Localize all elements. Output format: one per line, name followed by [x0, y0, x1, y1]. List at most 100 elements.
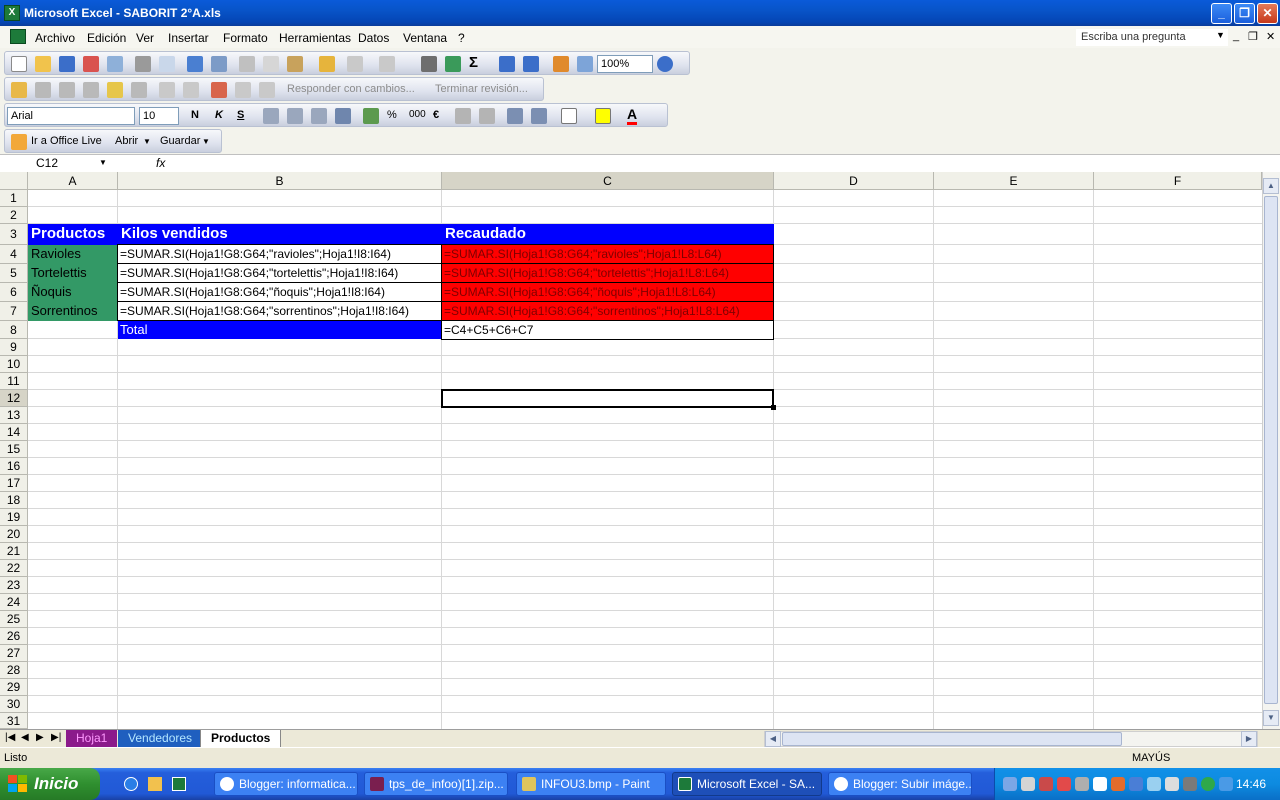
volume-icon[interactable]	[1111, 777, 1125, 791]
cell-b4[interactable]: =SUMAR.SI(Hoja1!G8:G64;"ravioles";Hoja1!…	[117, 244, 442, 264]
excel-app-icon[interactable]: X	[4, 5, 20, 21]
row-header[interactable]: 24	[0, 594, 28, 611]
review-icon-7[interactable]	[235, 82, 251, 98]
prev-sheet-icon[interactable]: ◀	[21, 732, 29, 743]
open-menu-button[interactable]: Abrir	[115, 135, 138, 147]
row-header[interactable]: 7	[0, 302, 28, 321]
decrease-decimal-icon[interactable]	[479, 108, 495, 124]
scroll-up-icon[interactable]: ▲	[1263, 178, 1279, 194]
active-cell-c12[interactable]	[441, 389, 774, 408]
column-header[interactable]: B	[118, 172, 442, 190]
tray-icon[interactable]	[1039, 777, 1053, 791]
cell-c8[interactable]: =C4+C5+C6+C7	[441, 320, 774, 340]
review-icon-4[interactable]	[131, 82, 147, 98]
align-left-icon[interactable]	[263, 108, 279, 124]
row-header[interactable]: 21	[0, 543, 28, 560]
menu-herramientas[interactable]: Herramientas	[279, 31, 351, 45]
document-icon[interactable]	[10, 29, 26, 44]
decrease-indent-icon[interactable]	[507, 108, 523, 124]
row-header[interactable]: 19	[0, 509, 28, 526]
ie-quicklaunch-icon[interactable]	[124, 777, 138, 791]
menu-formato[interactable]: Formato	[223, 31, 268, 45]
row-header[interactable]: 29	[0, 679, 28, 696]
taskbar-button[interactable]: Blogger: informatica...	[214, 772, 358, 796]
column-header[interactable]: A	[28, 172, 118, 190]
review-icon-8[interactable]	[259, 82, 275, 98]
formula-input[interactable]	[172, 156, 1272, 171]
open-dropdown-icon[interactable]: ▼	[143, 137, 151, 146]
row-header[interactable]: 20	[0, 526, 28, 543]
row-header[interactable]: 26	[0, 628, 28, 645]
font-size-select[interactable]: 10	[139, 107, 179, 125]
select-all-corner[interactable]	[0, 172, 28, 190]
menu-ver[interactable]: Ver	[136, 31, 154, 45]
minimize-button[interactable]: _	[1211, 3, 1232, 24]
taskbar-button[interactable]: tps_de_infoo)[1].zip...	[364, 772, 508, 796]
cell-a4[interactable]: Ravioles	[28, 245, 118, 264]
row-header[interactable]: 31	[0, 713, 28, 729]
euro-icon[interactable]: €	[433, 109, 439, 121]
network-icon[interactable]	[1021, 777, 1035, 791]
bold-icon[interactable]: N	[191, 109, 199, 121]
row-header[interactable]: 18	[0, 492, 28, 509]
cell-a7[interactable]: Sorrentinos	[28, 302, 118, 321]
column-header[interactable]: D	[774, 172, 934, 190]
menu-archivo[interactable]: Archivo	[35, 31, 75, 45]
insert-function-icon[interactable]: fx	[156, 156, 165, 170]
zoom-select[interactable]: 100%	[597, 55, 653, 73]
row-header[interactable]: 9	[0, 339, 28, 356]
tray-icon[interactable]	[1075, 777, 1089, 791]
vertical-scrollbar[interactable]: ▲ ▼	[1262, 172, 1280, 729]
row-header[interactable]: 17	[0, 475, 28, 492]
italic-icon[interactable]: K	[215, 109, 223, 121]
horizontal-scroll-thumb[interactable]	[782, 732, 1122, 746]
track-changes-icon[interactable]	[211, 82, 227, 98]
row-header[interactable]: 12	[0, 390, 28, 407]
row-header[interactable]: 4	[0, 245, 28, 264]
row-header[interactable]: 2	[0, 207, 28, 224]
print-preview-icon[interactable]	[159, 56, 175, 72]
underline-icon[interactable]: S	[237, 109, 244, 121]
cell-b6[interactable]: =SUMAR.SI(Hoja1!G8:G64;"ñoquis";Hoja1!I8…	[117, 282, 442, 302]
row-header[interactable]: 22	[0, 560, 28, 577]
chart-wizard-icon[interactable]	[553, 56, 569, 72]
column-header[interactable]: F	[1094, 172, 1262, 190]
sort-asc-icon[interactable]	[499, 56, 515, 72]
hyperlink-icon[interactable]	[421, 56, 437, 72]
percent-icon[interactable]: %	[387, 109, 397, 121]
cell-a3[interactable]: Productos	[28, 224, 118, 245]
row-header[interactable]: 5	[0, 264, 28, 283]
tray-icon[interactable]	[1183, 777, 1197, 791]
cell-c7[interactable]: =SUMAR.SI(Hoja1!G8:G64;"sorrentinos";Hoj…	[441, 301, 774, 321]
row-header[interactable]: 3	[0, 224, 28, 245]
ask-question-input[interactable]: Escriba una pregunta	[1076, 29, 1228, 46]
row-header[interactable]: 1	[0, 190, 28, 207]
antivirus-icon[interactable]	[1057, 777, 1071, 791]
cell-b5[interactable]: =SUMAR.SI(Hoja1!G8:G64;"tortelettis";Hoj…	[117, 263, 442, 283]
vertical-scroll-thumb[interactable]	[1264, 196, 1278, 704]
comment-icon[interactable]	[107, 82, 123, 98]
menu-edicion[interactable]: Edición	[87, 31, 126, 45]
spreadsheet-grid[interactable]: A B C D E F 1 2 3 4 5 6 7 8 9 10 11 12 1…	[0, 172, 1262, 729]
doc-restore-icon[interactable]: ❐	[1248, 30, 1258, 43]
row-header[interactable]: 16	[0, 458, 28, 475]
tray-icon[interactable]	[1093, 777, 1107, 791]
tray-icon[interactable]	[1219, 777, 1233, 791]
row-header[interactable]: 14	[0, 424, 28, 441]
doc-close-icon[interactable]: ✕	[1266, 30, 1275, 43]
reply-with-changes-button[interactable]: Responder con cambios...	[287, 83, 415, 95]
sort-desc-icon[interactable]	[523, 56, 539, 72]
close-button[interactable]: ✕	[1257, 3, 1278, 24]
row-header[interactable]: 27	[0, 645, 28, 662]
row-header[interactable]: 15	[0, 441, 28, 458]
font-name-select[interactable]: Arial	[7, 107, 135, 125]
review-icon-6[interactable]	[183, 82, 199, 98]
tray-icon[interactable]	[1147, 777, 1161, 791]
undo-icon[interactable]	[347, 56, 363, 72]
tray-icon[interactable]	[1129, 777, 1143, 791]
open-icon[interactable]	[35, 56, 51, 72]
review-icon-1[interactable]	[35, 82, 51, 98]
fill-color-icon[interactable]	[595, 108, 611, 124]
ask-dropdown-icon[interactable]: ▼	[1216, 30, 1225, 40]
row-header[interactable]: 8	[0, 321, 28, 339]
